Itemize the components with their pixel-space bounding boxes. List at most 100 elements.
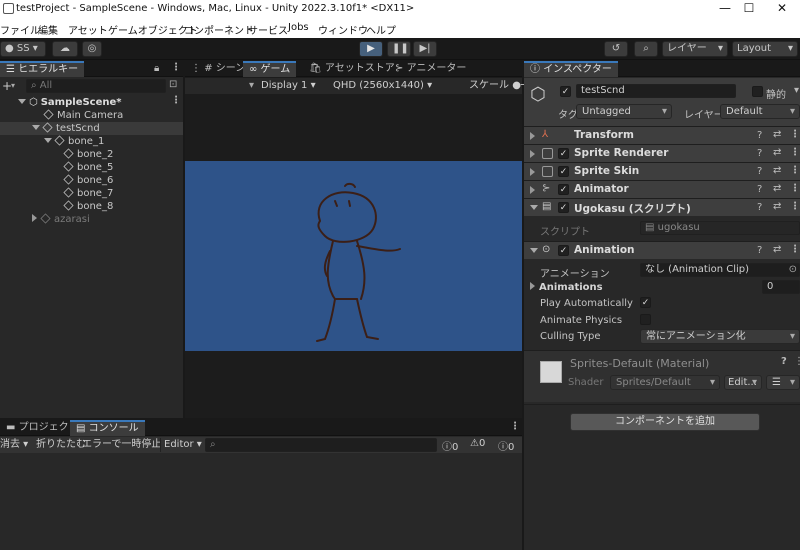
material-menu-icon[interactable]: ⋮ bbox=[794, 356, 800, 367]
account-dropdown[interactable]: ● SS ▾ bbox=[0, 41, 46, 57]
resolution-dropdown[interactable]: QHD (2560x1440) ▾ bbox=[333, 79, 463, 93]
hierarchy-search-input[interactable]: ⌕ All bbox=[26, 79, 166, 93]
material-help-icon[interactable]: ? bbox=[781, 356, 787, 367]
close-button[interactable]: ✕ bbox=[759, 0, 800, 18]
tab-hierarchy[interactable]: ☰ ヒエラルキー bbox=[0, 61, 85, 77]
animation-clip-field[interactable]: なし (Animation Clip) ⊙ bbox=[640, 263, 800, 277]
animate-physics-checkbox[interactable] bbox=[640, 314, 651, 325]
info-count[interactable]: ⓘ0 bbox=[442, 438, 458, 453]
menu-help[interactable]: ヘルプ bbox=[366, 22, 396, 37]
collapse-arrow-icon[interactable] bbox=[530, 150, 535, 158]
list-item[interactable]: ⬡ SampleScene* bbox=[18, 96, 122, 109]
enabled-checkbox[interactable]: ✓ bbox=[558, 184, 569, 195]
expand-arrow-icon[interactable] bbox=[530, 205, 538, 210]
list-item[interactable]: azarasi bbox=[32, 213, 90, 226]
tag-dropdown[interactable]: Untagged bbox=[576, 104, 672, 119]
game-view[interactable] bbox=[185, 161, 522, 351]
search-button[interactable]: ⌕ bbox=[634, 41, 658, 57]
component-menu-icon[interactable]: ⋮ bbox=[790, 201, 800, 212]
preset-icon[interactable]: ⇄ bbox=[773, 183, 781, 194]
shader-dropdown[interactable]: Sprites/Default bbox=[610, 375, 720, 390]
game-view-dropdown-icon[interactable]: ▾ bbox=[249, 80, 254, 91]
list-item[interactable]: bone_7 bbox=[63, 187, 113, 200]
active-checkbox[interactable]: ✓ bbox=[560, 86, 571, 97]
object-name-input[interactable]: testScnd bbox=[576, 84, 736, 98]
preset-icon[interactable]: ⇄ bbox=[773, 201, 781, 212]
help-icon[interactable]: ? bbox=[757, 245, 762, 256]
layers-dropdown[interactable]: レイヤー ▾ bbox=[662, 41, 728, 57]
collapse-arrow-icon[interactable] bbox=[530, 186, 535, 194]
component-menu-icon[interactable]: ⋮ bbox=[790, 165, 800, 176]
static-dropdown-icon[interactable]: ▾ bbox=[794, 85, 799, 96]
collapse-arrow-icon[interactable] bbox=[32, 214, 37, 222]
culling-type-dropdown[interactable]: 常にアニメーション化 bbox=[640, 329, 800, 344]
animations-size-input[interactable]: 0 bbox=[762, 280, 800, 294]
scale-control[interactable]: スケール ●─ bbox=[469, 79, 527, 93]
list-item[interactable]: bone_6 bbox=[63, 174, 113, 187]
component-transform[interactable]: ⅄ Transform ? ⇄ ⋮ bbox=[524, 126, 800, 144]
help-icon[interactable]: ? bbox=[757, 184, 762, 195]
static-checkbox[interactable] bbox=[752, 86, 763, 97]
component-animator[interactable]: ⊱ ✓ Animator ? ⇄ ⋮ bbox=[524, 180, 800, 198]
expand-arrow-icon[interactable] bbox=[530, 248, 538, 253]
layout-dropdown[interactable]: Layout ▾ bbox=[732, 41, 798, 57]
enabled-checkbox[interactable]: ✓ bbox=[558, 148, 569, 159]
collapse-arrow-icon[interactable] bbox=[530, 282, 535, 290]
tab-game[interactable]: ∞ ゲーム bbox=[243, 61, 297, 77]
enabled-checkbox[interactable]: ✓ bbox=[558, 202, 569, 213]
step-button[interactable]: ▶| bbox=[413, 41, 437, 57]
menu-services[interactable]: サービス bbox=[248, 22, 288, 37]
clear-button[interactable]: 消去 ▾ bbox=[0, 438, 28, 452]
undo-history-button[interactable]: ↺ bbox=[604, 41, 628, 57]
expand-arrow-icon[interactable] bbox=[32, 125, 40, 130]
menu-file[interactable]: ファイル bbox=[0, 22, 40, 37]
component-menu-icon[interactable]: ⋮ bbox=[790, 183, 800, 194]
cloud-button[interactable]: ☁ bbox=[52, 41, 78, 57]
preset-icon[interactable]: ⇄ bbox=[773, 147, 781, 158]
shader-options-dropdown[interactable]: ☰ bbox=[766, 375, 800, 390]
play-button[interactable]: ▶ bbox=[359, 41, 383, 57]
component-sprite-renderer[interactable]: ✓ Sprite Renderer ? ⇄ ⋮ bbox=[524, 144, 800, 162]
enabled-checkbox[interactable]: ✓ bbox=[558, 166, 569, 177]
scene-visibility-icon[interactable]: ⊡ bbox=[169, 79, 177, 90]
console-search-input[interactable]: ⌕ bbox=[205, 438, 437, 452]
object-picker-icon[interactable]: ⊙ bbox=[789, 264, 797, 276]
help-icon[interactable]: ? bbox=[757, 148, 762, 159]
list-item[interactable]: bone_2 bbox=[63, 148, 113, 161]
menu-assets[interactable]: アセット bbox=[68, 22, 108, 37]
scene-menu-icon[interactable]: ⋮ bbox=[171, 95, 181, 106]
collab-button[interactable]: ◎ bbox=[82, 41, 102, 57]
pause-button[interactable]: ❚❚ bbox=[387, 41, 411, 57]
menu-edit[interactable]: 編集 bbox=[38, 22, 58, 37]
menu-jobs[interactable]: Jobs bbox=[288, 22, 309, 33]
help-icon[interactable]: ? bbox=[757, 166, 762, 177]
expand-arrow-icon[interactable] bbox=[18, 99, 26, 104]
preset-icon[interactable]: ⇄ bbox=[773, 244, 781, 255]
layer-dropdown[interactable]: Default bbox=[720, 104, 800, 119]
list-item[interactable]: bone_8 bbox=[63, 200, 113, 213]
animations-foldout[interactable]: Animations bbox=[530, 282, 603, 293]
tab-asset-store[interactable]: 🛍︎ アセットストア bbox=[303, 61, 401, 77]
add-dropdown-icon[interactable]: ▾ bbox=[11, 81, 15, 90]
component-menu-icon[interactable]: ⋮ bbox=[790, 244, 800, 255]
component-animation[interactable]: ⊙ ✓ Animation ? ⇄ ⋮ bbox=[524, 241, 800, 259]
warning-count[interactable]: ⚠0 bbox=[470, 438, 485, 449]
error-pause-button[interactable]: エラーで一時停止 bbox=[82, 438, 161, 452]
hierarchy-menu-icon[interactable]: ⋮ bbox=[171, 62, 181, 73]
preset-icon[interactable]: ⇄ bbox=[773, 165, 781, 176]
list-item[interactable]: bone_5 bbox=[63, 161, 113, 174]
display-dropdown[interactable]: Display 1 ▾ bbox=[261, 79, 331, 93]
component-menu-icon[interactable]: ⋮ bbox=[790, 147, 800, 158]
component-ugokasu[interactable]: ▤ ✓ Ugokasu (スクリプト) ? ⇄ ⋮ bbox=[524, 198, 800, 216]
error-count[interactable]: ⓘ0 bbox=[498, 438, 514, 453]
console-menu-icon[interactable]: ⋮ bbox=[510, 421, 520, 432]
preset-icon[interactable]: ⇄ bbox=[773, 129, 781, 140]
help-icon[interactable]: ? bbox=[757, 130, 762, 141]
enabled-checkbox[interactable]: ✓ bbox=[558, 245, 569, 256]
component-menu-icon[interactable]: ⋮ bbox=[790, 129, 800, 140]
lock-icon[interactable]: 🔒︎ bbox=[154, 63, 159, 74]
collapse-button[interactable]: 折りたたむ bbox=[36, 438, 86, 452]
collapse-arrow-icon[interactable] bbox=[530, 132, 535, 140]
play-automatically-checkbox[interactable]: ✓ bbox=[640, 297, 651, 308]
tab-animator[interactable]: ⊱ アニメーター bbox=[389, 61, 472, 77]
